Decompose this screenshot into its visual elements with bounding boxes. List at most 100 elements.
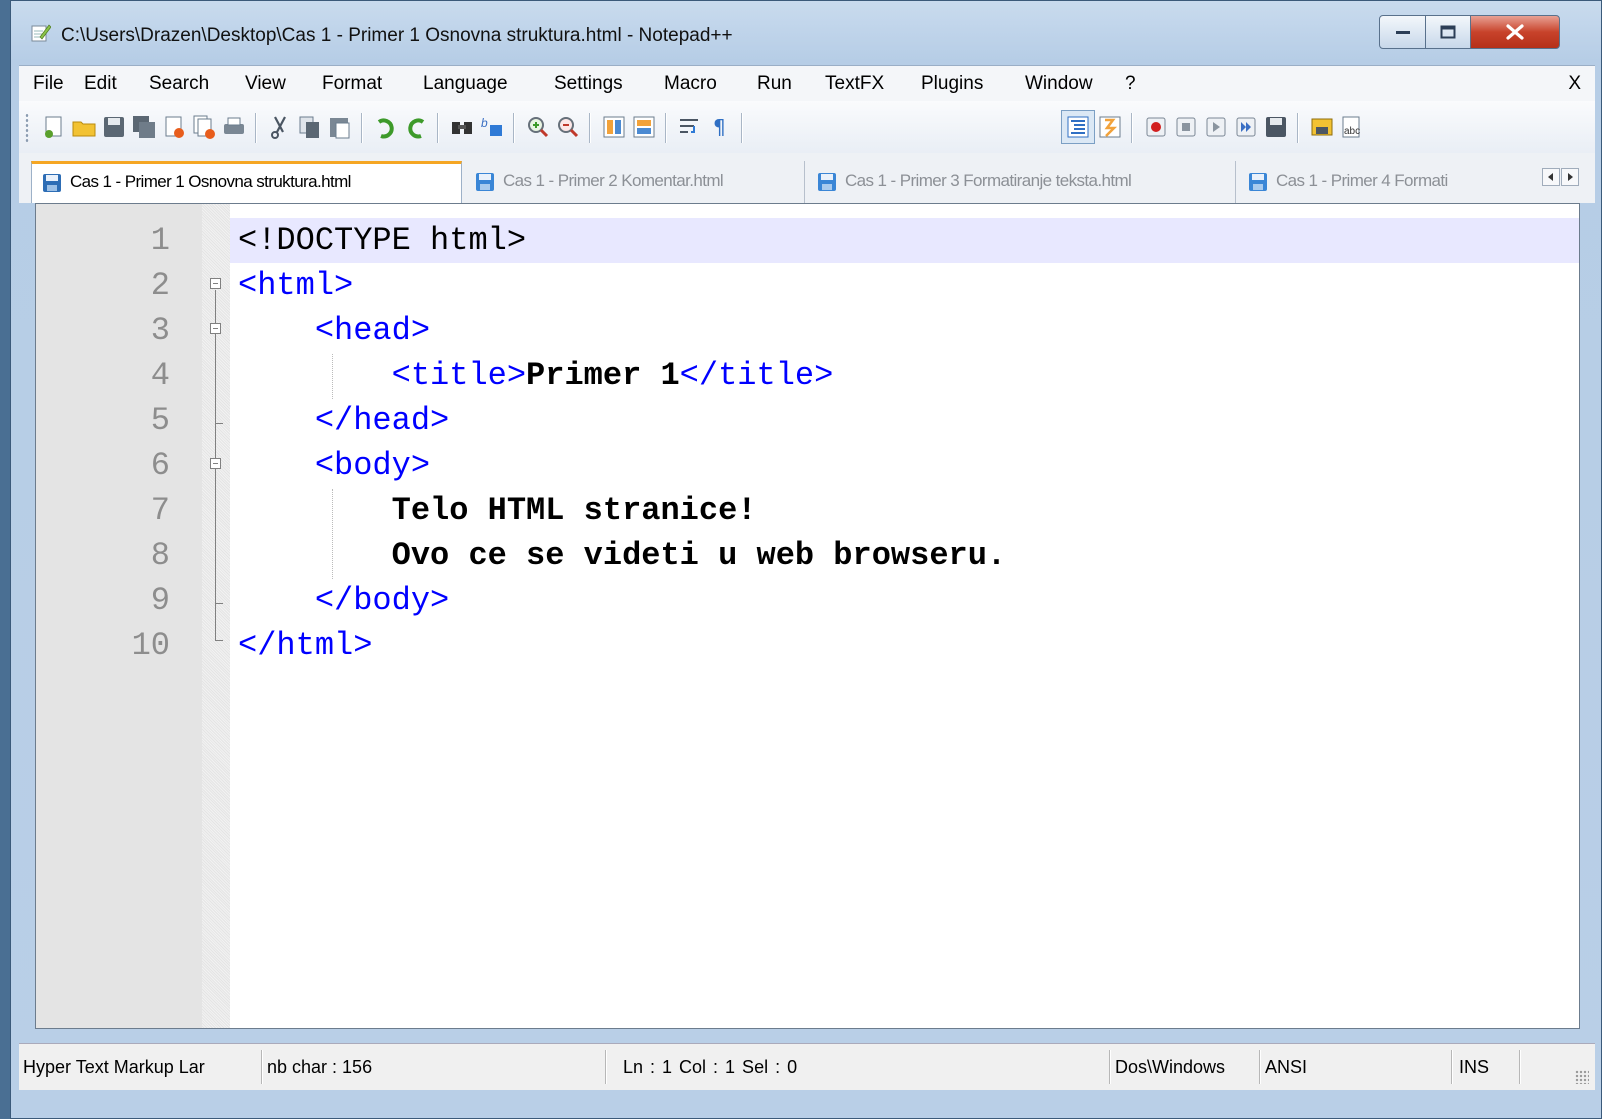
menu-help[interactable]: ?: [1125, 73, 1136, 95]
document-tab-bar: Cas 1 - Primer 1 Osnovna struktura.html …: [19, 153, 1595, 203]
code-editor[interactable]: 1 2 3 4 5 6 7 8 9 10 <!DOCTYPE html> <html> <head> …: [35, 203, 1580, 1029]
close-all-icon[interactable]: [191, 114, 217, 140]
undo-icon[interactable]: [373, 114, 399, 140]
menu-format[interactable]: Format: [322, 73, 382, 95]
title-bar[interactable]: C:\Users\Drazen\Desktop\Cas 1 - Primer 1…: [11, 1, 1601, 63]
tab-scroll-right-button[interactable]: [1561, 168, 1579, 186]
menu-file[interactable]: File: [33, 73, 64, 95]
maximize-button[interactable]: [1425, 15, 1471, 49]
menu-search[interactable]: Search: [149, 73, 209, 95]
menu-settings[interactable]: Settings: [554, 73, 623, 95]
menu-run[interactable]: Run: [757, 73, 792, 95]
arrow-left-icon: [1548, 173, 1553, 181]
tab-primer-2[interactable]: Cas 1 - Primer 2 Komentar.html: [465, 161, 805, 203]
replace-icon[interactable]: b: [479, 114, 505, 140]
run-macro-multiple-icon[interactable]: [1233, 114, 1259, 140]
toolbar-grip[interactable]: [25, 113, 29, 143]
redo-icon[interactable]: [403, 114, 429, 140]
tab-primer-4[interactable]: Cas 1 - Primer 4 Formati: [1238, 161, 1512, 203]
status-divider: [605, 1050, 606, 1084]
menu-macro[interactable]: Macro: [664, 73, 717, 95]
record-macro-icon[interactable]: [1143, 114, 1169, 140]
word-wrap-icon[interactable]: [677, 114, 703, 140]
menu-view[interactable]: View: [245, 73, 286, 95]
stop-record-icon[interactable]: [1173, 114, 1199, 140]
window-title: C:\Users\Drazen\Desktop\Cas 1 - Primer 1…: [61, 25, 733, 46]
zoom-in-icon[interactable]: [525, 114, 551, 140]
notepadpp-app-icon: [31, 24, 51, 42]
fold-toggle-body[interactable]: [210, 458, 221, 469]
indent-guide-icon[interactable]: [1065, 114, 1091, 140]
menu-window[interactable]: Window: [1025, 73, 1093, 95]
line-number: 5: [150, 402, 170, 439]
close-document-button[interactable]: X: [1568, 73, 1581, 95]
code-line[interactable]: <title>Primer 1</title>: [238, 357, 834, 394]
code-tag: <title>: [391, 357, 527, 394]
status-char-count: nb char : 156: [267, 1057, 373, 1077]
sync-horizontal-icon[interactable]: [631, 114, 657, 140]
trim-icon[interactable]: [1309, 114, 1335, 140]
status-language: Hyper Text Markup Lar: [23, 1057, 205, 1077]
paste-icon[interactable]: [327, 114, 353, 140]
fold-end-tick: [215, 603, 223, 604]
print-icon[interactable]: [221, 114, 247, 140]
code-line[interactable]: <!DOCTYPE html>: [238, 222, 526, 259]
close-window-button[interactable]: [1470, 15, 1560, 49]
code-line[interactable]: <html>: [238, 267, 353, 304]
code-line[interactable]: Telo HTML stranice!: [238, 492, 757, 529]
sync-vertical-icon[interactable]: [601, 114, 627, 140]
find-icon[interactable]: [449, 114, 475, 140]
indent-guide: [332, 354, 333, 399]
resize-grip[interactable]: [1575, 1070, 1589, 1084]
save-macro-icon[interactable]: [1263, 114, 1289, 140]
user-lang-icon[interactable]: [1097, 114, 1123, 140]
show-all-chars-icon[interactable]: ¶: [707, 114, 733, 140]
zoom-out-icon[interactable]: [555, 114, 581, 140]
code-line[interactable]: </body>: [238, 582, 449, 619]
code-line[interactable]: </html>: [238, 627, 372, 664]
fold-end-tick: [215, 640, 223, 641]
code-line[interactable]: </head>: [238, 402, 449, 439]
fold-toggle-html[interactable]: [210, 278, 221, 289]
svg-text:abc: abc: [1344, 126, 1360, 137]
copy-icon[interactable]: [297, 114, 323, 140]
line-number: 8: [150, 537, 170, 574]
line-number: 10: [131, 627, 170, 664]
status-divider: [1451, 1050, 1452, 1084]
new-file-icon[interactable]: [41, 114, 67, 140]
cut-icon[interactable]: [267, 114, 293, 140]
status-insert-mode: INS: [1459, 1057, 1490, 1077]
play-macro-icon[interactable]: [1203, 114, 1229, 140]
code-line[interactable]: <body>: [238, 447, 430, 484]
open-file-icon[interactable]: [71, 114, 97, 140]
menu-edit[interactable]: Edit: [84, 73, 117, 95]
save-all-icon[interactable]: [131, 114, 157, 140]
notepad-window: C:\Users\Drazen\Desktop\Cas 1 - Primer 1…: [10, 0, 1602, 1119]
code-tag: <body>: [314, 447, 431, 484]
tab-primer-3[interactable]: Cas 1 - Primer 3 Formatiranje teksta.htm…: [807, 161, 1236, 203]
arrow-right-icon: [1568, 173, 1573, 181]
status-encoding: ANSI: [1265, 1057, 1308, 1077]
code-tag: </body>: [314, 582, 450, 619]
spell-check-icon[interactable]: abc: [1339, 114, 1365, 140]
toolbar-separator: [589, 113, 590, 143]
code-tag: </head>: [314, 402, 450, 439]
toolbar-separator: [741, 113, 742, 143]
svg-text:b: b: [481, 116, 488, 130]
code-line[interactable]: Ovo ce se videti u web browseru.: [238, 537, 1007, 574]
menu-language[interactable]: Language: [423, 73, 508, 95]
tab-label: Cas 1 - Primer 4 Formati: [1276, 171, 1448, 190]
tab-primer-1[interactable]: Cas 1 - Primer 1 Osnovna struktura.html: [31, 161, 462, 203]
save-icon[interactable]: [101, 114, 127, 140]
close-icon[interactable]: [161, 114, 187, 140]
fold-toggle-head[interactable]: [210, 323, 221, 334]
menu-plugins[interactable]: Plugins: [921, 73, 983, 95]
menu-textfx[interactable]: TextFX: [825, 73, 884, 95]
minimize-button[interactable]: [1379, 15, 1426, 49]
code-line[interactable]: <head>: [238, 312, 430, 349]
tab-scroll-left-button[interactable]: [1542, 168, 1560, 186]
